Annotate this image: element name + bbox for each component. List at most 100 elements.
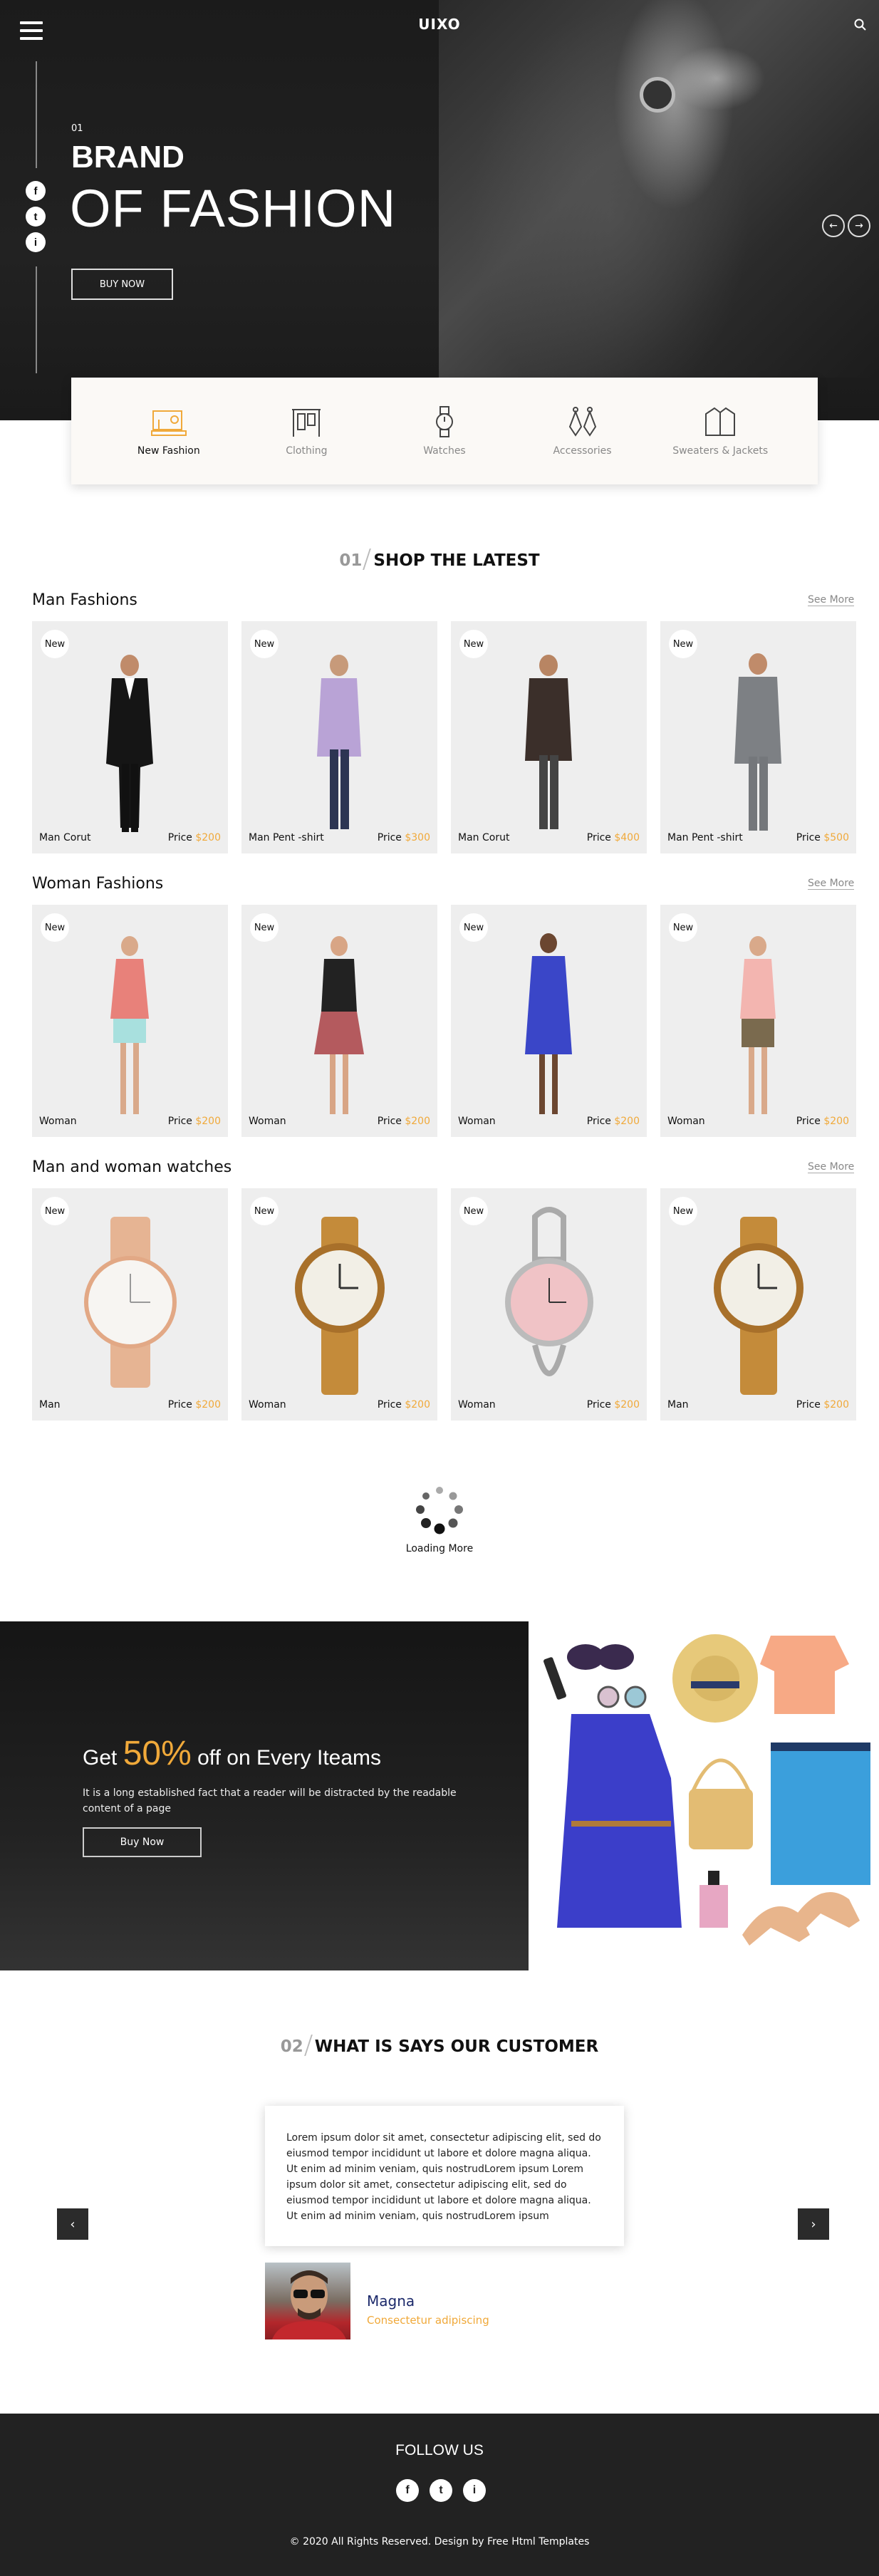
watch-icon	[435, 406, 453, 437]
product-card[interactable]: New Man Corut Price $200	[32, 621, 228, 853]
product-card[interactable]: New Man Pent -shirt Price $500	[660, 621, 856, 853]
price-label: Price	[796, 1399, 821, 1411]
earrings-icon	[568, 407, 596, 437]
category-label: Accessories	[553, 445, 612, 457]
new-badge: New	[669, 630, 697, 658]
hero-watch-graphic	[640, 77, 675, 113]
category-watches[interactable]: Watches	[388, 405, 501, 457]
product-price: Price $200	[796, 1399, 849, 1411]
footer-facebook-icon[interactable]: f	[396, 2479, 419, 2502]
product-name: Man	[667, 1399, 689, 1411]
category-label: New Fashion	[137, 445, 200, 457]
product-price: Price $400	[587, 832, 640, 843]
price-value: $300	[405, 832, 430, 843]
search-icon[interactable]	[853, 18, 868, 32]
product-name: Woman	[667, 1116, 705, 1127]
see-more-link[interactable]: See More	[808, 594, 855, 606]
hero-next-arrow-icon[interactable]: →	[848, 214, 870, 237]
new-badge: New	[459, 913, 488, 942]
product-card[interactable]: New Woman Price $200	[451, 1188, 647, 1421]
price-label: Price	[377, 832, 402, 843]
testimonial-section-heading: 02 WHAT IS SAYS OUR CUSTOMER	[0, 2035, 879, 2056]
product-price: Price $200	[587, 1399, 640, 1411]
site-logo[interactable]: UIXO	[0, 16, 879, 33]
category-sweaters-jackets[interactable]: Sweaters & Jackets	[663, 405, 777, 457]
product-name: Woman	[249, 1116, 286, 1127]
see-more-link[interactable]: See More	[808, 1161, 855, 1173]
testimonial-prev-button[interactable]: ‹	[57, 2208, 88, 2240]
product-price: Price $500	[796, 832, 849, 843]
hero-social-links: f t i	[26, 181, 47, 258]
product-card[interactable]: New Man Price $200	[660, 1188, 856, 1421]
twitter-icon[interactable]: t	[26, 207, 46, 227]
product-card[interactable]: New Man Price $200	[32, 1188, 228, 1421]
product-name: Woman	[249, 1399, 286, 1411]
shop-section-heading: 01 SHOP THE LATEST	[0, 549, 879, 570]
customer-avatar	[265, 2263, 350, 2339]
customer-subtitle: Consectetur adipiscing	[367, 2314, 489, 2327]
category-clothing[interactable]: Clothing	[249, 405, 363, 457]
hero-title-line2: OF FASHION	[70, 179, 397, 238]
product-card[interactable]: New Man Pent -shirt Price $300	[241, 621, 437, 853]
hero-prev-arrow-icon[interactable]: ←	[822, 214, 845, 237]
footer-instagram-icon[interactable]: i	[463, 2479, 486, 2502]
category-label: Watches	[423, 445, 466, 457]
sewing-machine-icon	[150, 410, 187, 436]
price-value: $200	[195, 1116, 221, 1127]
hero-divider-top	[36, 61, 37, 168]
product-card[interactable]: New Woman Price $200	[241, 905, 437, 1137]
hero-image	[439, 0, 879, 378]
price-value: $200	[614, 1116, 640, 1127]
price-label: Price	[586, 1116, 611, 1127]
hero-title-line1: BRAND	[71, 140, 184, 175]
promo-title-prefix: Get	[83, 1746, 123, 1770]
section-number: 01	[339, 551, 363, 570]
hero-slide-number: 01	[71, 123, 83, 134]
product-card[interactable]: New Woman Price $200	[451, 905, 647, 1137]
promo-products-image	[529, 1621, 879, 1970]
product-name: Man Corut	[39, 832, 91, 843]
jacket-icon	[705, 407, 736, 436]
product-name: Man	[39, 1399, 61, 1411]
row-title: Man and woman watches	[32, 1158, 232, 1176]
new-badge: New	[41, 630, 69, 658]
loading-more-text: Loading More	[405, 1543, 474, 1554]
category-bar: New Fashion Clothing Watches Accessories…	[71, 378, 818, 484]
product-name: Man Pent -shirt	[667, 832, 743, 843]
product-card[interactable]: New Woman Price $200	[241, 1188, 437, 1421]
footer-twitter-icon[interactable]: t	[430, 2479, 452, 2502]
price-label: Price	[167, 1116, 192, 1127]
price-label: Price	[586, 832, 611, 843]
product-card[interactable]: New Woman Price $200	[660, 905, 856, 1137]
product-card[interactable]: New Man Corut Price $400	[451, 621, 647, 853]
instagram-icon[interactable]: i	[26, 232, 46, 252]
facebook-icon[interactable]: f	[26, 181, 46, 201]
price-label: Price	[796, 1116, 821, 1127]
testimonial-next-button[interactable]: ›	[798, 2208, 829, 2240]
price-value: $400	[614, 832, 640, 843]
promo-description: It is a long established fact that a rea…	[83, 1787, 457, 1814]
see-more-link[interactable]: See More	[808, 878, 855, 890]
hero-divider-bottom	[36, 266, 37, 373]
product-card[interactable]: New Woman Price $200	[32, 905, 228, 1137]
price-label: Price	[377, 1399, 402, 1411]
price-value: $200	[823, 1116, 849, 1127]
category-accessories[interactable]: Accessories	[526, 405, 640, 457]
promo-buy-now-button[interactable]: Buy Now	[83, 1827, 202, 1857]
new-badge: New	[250, 913, 279, 942]
price-value: $200	[405, 1399, 430, 1411]
customer-name: Magna	[367, 2292, 415, 2310]
product-name: Woman	[39, 1116, 77, 1127]
price-value: $200	[614, 1399, 640, 1411]
loading-spinner-icon	[416, 1487, 463, 1534]
category-new-fashion[interactable]: New Fashion	[112, 405, 226, 457]
product-name: Man Pent -shirt	[249, 832, 324, 843]
new-badge: New	[41, 913, 69, 942]
category-label: Clothing	[286, 445, 328, 457]
new-badge: New	[250, 630, 279, 658]
hero-buy-now-button[interactable]: BUY NOW	[71, 269, 173, 300]
copyright-text: © 2020 All Rights Reserved. Design by Fr…	[289, 2536, 590, 2548]
price-value: $200	[195, 832, 221, 843]
product-name: Woman	[458, 1399, 496, 1411]
new-badge: New	[250, 1197, 279, 1225]
